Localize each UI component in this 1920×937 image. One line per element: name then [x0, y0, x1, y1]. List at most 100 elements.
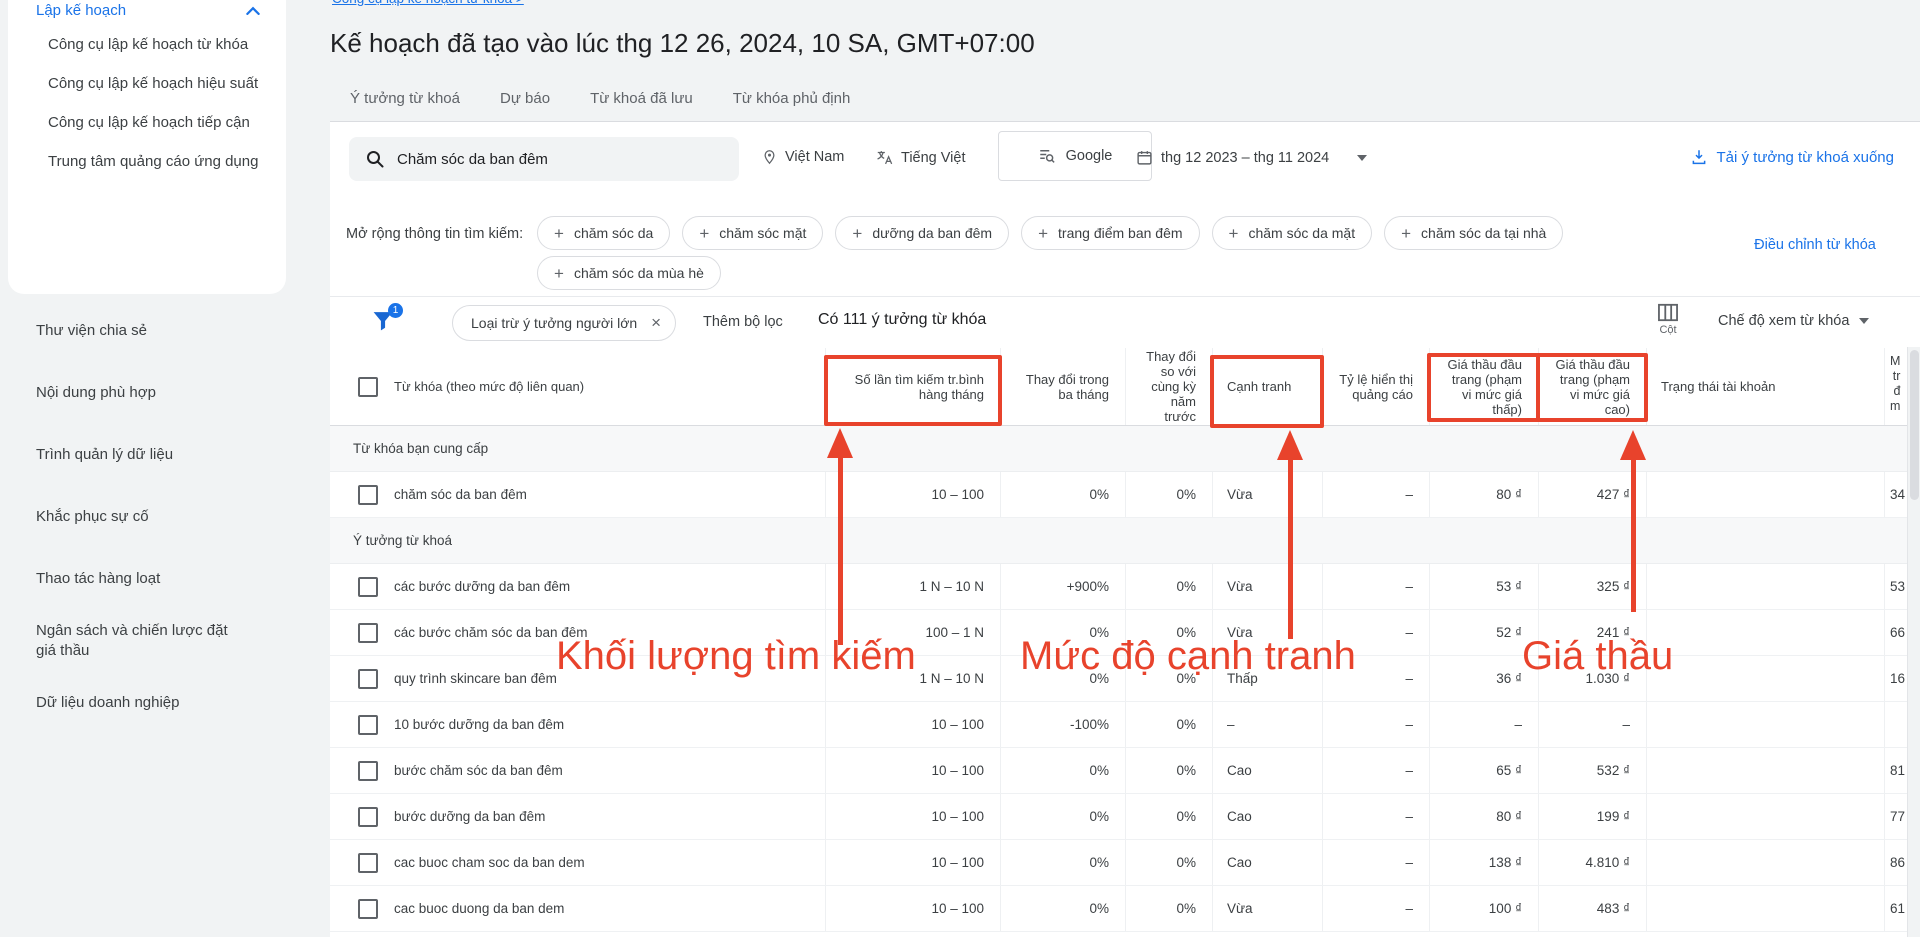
columns-button[interactable]: Cột: [1645, 303, 1691, 336]
col-header-account-status[interactable]: Trạng thái tài khoản: [1646, 348, 1884, 425]
close-icon[interactable]: ×: [651, 313, 661, 333]
vertical-scrollbar[interactable]: [1907, 347, 1920, 937]
add-keyword-chip[interactable]: + chăm sóc mặt: [682, 216, 823, 250]
tab[interactable]: Dự báo: [480, 78, 570, 121]
yoy-cell: 0%: [1125, 564, 1212, 609]
row-checkbox[interactable]: [358, 853, 378, 873]
impression-share-cell: –: [1322, 794, 1429, 839]
keywords-table: Từ khóa (theo mức độ liên quan) Số lần t…: [330, 348, 1920, 932]
change3m-cell: 0%: [1000, 472, 1125, 517]
row-checkbox[interactable]: [358, 761, 378, 781]
adjust-keywords-link[interactable]: Điều chỉnh từ khóa: [1752, 234, 1878, 256]
competition-cell: –: [1212, 702, 1322, 747]
bid-high-cell: 1.030 ₫: [1538, 656, 1646, 701]
location-pin-icon: [762, 149, 777, 165]
bid-low-cell: 80 ₫: [1429, 794, 1538, 839]
col-header-impression-share[interactable]: Tỷ lệ hiển thị quảng cáo: [1322, 348, 1429, 425]
tab-label: Từ khoá đã lưu: [590, 90, 693, 107]
competition-cell: Cao: [1212, 840, 1322, 885]
bid-low-cell: 36 ₫: [1429, 656, 1538, 701]
account-status-cell: [1646, 840, 1884, 885]
sidebar-item[interactable]: Trung tâm quảng cáo ứng dụng: [8, 142, 286, 181]
col-header-bid-high[interactable]: Giá thầu đầu trang (phạm vi mức giá cao): [1538, 348, 1646, 425]
sidebar-item[interactable]: Công cụ lập kế hoạch từ khóa: [8, 25, 286, 64]
add-keyword-chip[interactable]: + chăm sóc da: [537, 216, 670, 250]
chevron-down-icon: [1859, 318, 1869, 324]
sidebar-nav-item[interactable]: Trình quản lý dữ liệu: [8, 424, 286, 486]
row-checkbox[interactable]: [358, 669, 378, 689]
sidebar-nav-item[interactable]: Nội dung phù hợp: [8, 362, 286, 424]
section-title: Ý tưởng từ khoá: [353, 533, 452, 548]
bid-high-cell: 4.810 ₫: [1538, 840, 1646, 885]
col-header-yoy[interactable]: Thay đổi so với cùng kỳ năm trước: [1125, 348, 1212, 425]
date-range-selector[interactable]: thg 12 2023 – thg 11 2024: [1136, 149, 1367, 166]
add-keyword-chip[interactable]: + chăm sóc da mùa hè: [537, 256, 721, 290]
row-checkbox[interactable]: [358, 577, 378, 597]
change3m-cell: -100%: [1000, 702, 1125, 747]
select-all-checkbox[interactable]: [358, 377, 378, 397]
impression-share-cell: –: [1322, 472, 1429, 517]
yoy-cell: 0%: [1125, 702, 1212, 747]
row-checkbox[interactable]: [358, 623, 378, 643]
active-filter-chip[interactable]: Loại trừ ý tưởng người lớn ×: [452, 305, 676, 341]
row-checkbox[interactable]: [358, 899, 378, 919]
add-keyword-chip[interactable]: + chăm sóc da mặt: [1212, 216, 1373, 250]
row-checkbox[interactable]: [358, 715, 378, 735]
breadcrumb[interactable]: Công cụ lập kế hoạch từ khóa >: [332, 0, 524, 7]
add-keyword-chip[interactable]: + trang điểm ban đêm: [1021, 216, 1199, 250]
scrollbar-thumb[interactable]: [1910, 350, 1919, 500]
bid-high-cell: 427 ₫: [1538, 472, 1646, 517]
bid-low-cell: 80 ₫: [1429, 472, 1538, 517]
bid-high-cell: 199 ₫: [1538, 794, 1646, 839]
add-keyword-chip[interactable]: + chăm sóc da tại nhà: [1384, 216, 1563, 250]
bid-low-cell: 100 ₫: [1429, 886, 1538, 931]
sidebar-nav-item[interactable]: Thư viện chia sẻ: [8, 300, 286, 362]
sidebar-nav-item[interactable]: Thao tác hàng loạt: [8, 548, 286, 610]
table-row: các bước dưỡng da ban đêm 1 N – 10 N +90…: [330, 564, 1920, 610]
account-status-cell: [1646, 472, 1884, 517]
col-header-change3m[interactable]: Thay đổi trong ba tháng: [1000, 348, 1125, 425]
volume-cell: 100 – 1 N: [825, 610, 1000, 655]
col-header-competition[interactable]: Cạnh tranh: [1212, 348, 1322, 425]
competition-cell: Cao: [1212, 748, 1322, 793]
sidebar-nav-item-label: Trình quản lý dữ liệu: [36, 445, 173, 465]
plus-icon: +: [1229, 225, 1239, 242]
sidebar-nav-item[interactable]: Khắc phục sự cố: [8, 486, 286, 548]
table-row: chăm sóc da ban đêm 10 – 100 0% 0% Vừa –…: [330, 472, 1920, 518]
col-header-bid-low[interactable]: Giá thầu đầu trang (phạm vi mức giá thấp…: [1429, 348, 1538, 425]
download-label: Tải ý tưởng từ khoá xuống: [1716, 149, 1894, 166]
location-selector[interactable]: Việt Nam: [762, 149, 844, 165]
sidebar-section-planning[interactable]: Lập kế hoạch: [8, 0, 286, 25]
search-network-icon: [1038, 147, 1056, 165]
sidebar-item[interactable]: Công cụ lập kế hoạch tiếp cận: [8, 103, 286, 142]
change3m-cell: 0%: [1000, 656, 1125, 701]
breadcrumb-link: Công cụ lập kế hoạch từ khóa >: [332, 0, 524, 6]
search-input[interactable]: [397, 151, 723, 168]
network-selector[interactable]: Google: [998, 131, 1152, 181]
tab[interactable]: Từ khóa phủ định: [713, 78, 871, 121]
col-header-volume[interactable]: Số lần tìm kiếm tr.bình hàng tháng: [825, 348, 1000, 425]
chip-label: chăm sóc mặt: [719, 225, 806, 241]
add-filter-button[interactable]: Thêm bộ lọc: [703, 314, 783, 330]
search-icon: [365, 149, 385, 169]
add-keyword-chip[interactable]: + dưỡng da ban đêm: [835, 216, 1009, 250]
download-keywords-link[interactable]: Tải ý tưởng từ khoá xuống: [1690, 148, 1894, 166]
row-checkbox[interactable]: [358, 807, 378, 827]
language-selector[interactable]: Tiếng Việt: [876, 149, 966, 166]
change3m-cell: 0%: [1000, 886, 1125, 931]
language-label: Tiếng Việt: [901, 150, 966, 166]
chip-label: dưỡng da ban đêm: [872, 225, 992, 241]
table-row: quy trình skincare ban đêm 1 N – 10 N 0%…: [330, 656, 1920, 702]
keyword-search-box[interactable]: [349, 137, 739, 181]
filter-funnel-button[interactable]: 1: [370, 308, 398, 336]
tab[interactable]: Ý tưởng từ khoá: [330, 78, 480, 121]
tab[interactable]: Từ khoá đã lưu: [570, 78, 713, 121]
view-mode-selector[interactable]: Chế độ xem từ khóa: [1718, 313, 1869, 329]
sidebar-item[interactable]: Công cụ lập kế hoạch hiệu suất: [8, 64, 286, 103]
sidebar-nav-item[interactable]: Dữ liệu doanh nghiệp: [8, 672, 286, 734]
row-checkbox[interactable]: [358, 485, 378, 505]
sidebar-nav-item-label: Nội dung phù hợp: [36, 383, 156, 403]
col-header-keyword: Từ khóa (theo mức độ liên quan): [394, 379, 584, 394]
change3m-cell: 0%: [1000, 610, 1125, 655]
sidebar-nav-item[interactable]: Ngân sách và chiến lược đặt giá thầu: [8, 610, 286, 672]
